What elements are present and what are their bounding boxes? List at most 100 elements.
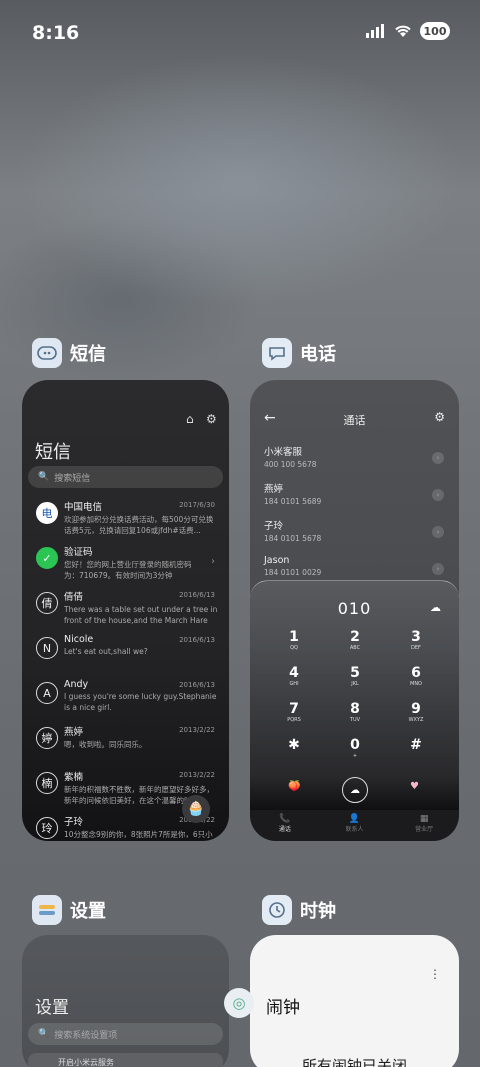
settings-app-card[interactable]: 设置 🔍 搜索系统设置项 开启小米云服务 [22, 935, 229, 1067]
contact-name: 小米客服 [264, 447, 303, 458]
avatar: 楠 [36, 772, 58, 794]
cloud-icon: ☁ [350, 784, 360, 796]
avatar: 婷 [36, 727, 58, 749]
dial-key[interactable]: 1 QQ [274, 629, 314, 651]
search-icon: 🔍 [38, 472, 50, 482]
messages-app-icon [32, 338, 62, 368]
tab-label: 通话 [278, 826, 291, 833]
message-date: 2016/6/13 [179, 591, 215, 599]
tab-calls[interactable]: 📞 通话 [250, 810, 320, 841]
contact-row[interactable]: 小米客服 400 100 5678 › [264, 444, 444, 478]
settings-row[interactable]: 开启小米云服务 [28, 1053, 223, 1067]
message-date: 2016/6/13 [179, 636, 215, 644]
phone-icon: 📞 [279, 814, 291, 824]
clock-app-icon [262, 895, 292, 925]
call-button[interactable]: ☁ [342, 777, 368, 803]
clock-app-name: 时钟 [300, 901, 336, 922]
contact-row[interactable]: 子玲 184 0101 5678 › [264, 518, 444, 552]
message-preview: 您好！您的网上营业厅登录的随机密码为：710679。有效时间为3分钟 [64, 560, 192, 580]
dial-key[interactable]: 3 DEF [396, 629, 436, 651]
list-item[interactable]: ✓ 验证码 › 您好！您的网上营业厅登录的随机密码为：710679。有效时间为3… [22, 544, 229, 588]
more-menu-icon[interactable]: ⋮ [429, 967, 441, 981]
clock-app-card[interactable]: ⋮ 闹钟 所有闹钟已关闭 [250, 935, 459, 1067]
list-item[interactable]: 倩 倩倩 2016/6/13 There was a table set out… [22, 589, 229, 633]
message-list: 电 中国电信 2017/6/30 欢迎参加积分兑换话费活动，每500分可兑换话费… [22, 498, 229, 841]
chevron-right-icon: › [211, 556, 215, 567]
contact-name: 燕婷 [264, 484, 284, 495]
signal-icon [366, 24, 384, 38]
settings-app-header[interactable]: 设置 [32, 895, 106, 925]
phone-app-name: 电话 [300, 344, 336, 365]
message-date: 2013/2/22 [179, 726, 215, 734]
chevron-right-icon: › [432, 489, 444, 501]
messages-app-card[interactable]: ⌂ ⚙ 短信 🔍 搜索短信 电 中国电信 2017/6/30 欢迎参加积分兑换话… [22, 380, 229, 841]
contact-name: Jason [264, 555, 290, 566]
dial-key[interactable]: 6 MNO [396, 665, 436, 687]
tab-contacts[interactable]: 👤 联系人 [320, 810, 390, 841]
compose-icon[interactable]: ⌂ [186, 412, 194, 426]
message-date: 2013/2/22 [179, 771, 215, 779]
tab-label: 营业厅 [415, 826, 434, 833]
message-date: 2017/6/30 [179, 501, 215, 509]
dial-key[interactable]: ✱ [274, 737, 314, 753]
avatar: 电 [36, 502, 58, 524]
contact-number: 400 100 5678 [264, 460, 317, 469]
gear-icon[interactable]: ⚙ [206, 412, 217, 426]
phone-app-header[interactable]: 电话 [262, 338, 336, 368]
message-preview: 欢迎参加积分兑换话费活动，每500分可兑换话费5元，兑换请回复106或jfdh#… [64, 515, 214, 535]
clock-title: 闹钟 [266, 998, 300, 1018]
grid-icon: ▦ [419, 814, 429, 824]
dialpad: 010 ☁ 1 QQ 2 ABC 3 DEF 4 GHI 5 JKL 6 MNO 7 PQRS… [250, 580, 459, 810]
battery-icon: 100 [420, 22, 450, 40]
message-preview: 嗯，收到啦。同乐同乐。 [64, 740, 147, 749]
contact-number: 184 0101 5678 [264, 534, 322, 543]
gear-icon[interactable]: ⚙ [434, 410, 445, 424]
dial-key[interactable]: 4 GHI [274, 665, 314, 687]
clock-time: 8:16 [32, 22, 80, 44]
cloud-icon: ☁ [430, 601, 441, 614]
dial-key[interactable]: 8 TUV [335, 701, 375, 723]
dial-key[interactable]: 5 JKL [335, 665, 375, 687]
swirl-icon: ◎ [224, 988, 254, 1018]
tab-label: 联系人 [345, 826, 364, 833]
dial-key[interactable]: 2 ABC [335, 629, 375, 651]
wifi-icon [395, 25, 411, 37]
chevron-right-icon: › [432, 452, 444, 464]
contact-name: 子玲 [264, 521, 284, 532]
messages-app-header[interactable]: 短信 [32, 338, 106, 368]
messages-search-input[interactable]: 🔍 搜索短信 [28, 466, 223, 488]
chevron-right-icon: › [432, 563, 444, 575]
dial-key[interactable]: 9 WXYZ [396, 701, 436, 723]
list-item[interactable]: 婷 燕婷 2013/2/22 嗯，收到啦。同乐同乐。 [22, 724, 229, 768]
message-preview: Let's eat out,shall we? [64, 647, 148, 656]
contact-number: 184 0101 5689 [264, 497, 322, 506]
compose-fab-button[interactable]: 🧁 [182, 795, 210, 823]
dial-key[interactable]: 7 PQRS [274, 701, 314, 723]
list-item[interactable]: 电 中国电信 2017/6/30 欢迎参加积分兑换话费活动，每500分可兑换话费… [22, 499, 229, 543]
sim-icon[interactable]: 🍑 [288, 781, 300, 792]
settings-search-input[interactable]: 🔍 搜索系统设置项 [28, 1023, 223, 1045]
phone-title: 通话 [343, 414, 366, 427]
avatar: 倩 [36, 592, 58, 614]
messages-app-name: 短信 [70, 344, 106, 365]
status-bar: 8:16 100 [0, 0, 480, 66]
heart-icon[interactable]: ♥ [410, 781, 419, 792]
contact-row[interactable]: 燕婷 184 0101 5689 › [264, 481, 444, 515]
list-item[interactable]: A Andy 2016/6/13 I guess you're some luc… [22, 679, 229, 723]
cupcake-icon: 🧁 [187, 801, 205, 817]
avatar: ✓ [36, 547, 58, 569]
dial-key[interactable]: # [396, 737, 436, 753]
search-icon: 🔍 [38, 1029, 50, 1039]
avatar: A [36, 682, 58, 704]
tab-service-hall[interactable]: ▦ 营业厅 [389, 810, 459, 841]
phone-app-card[interactable]: ← 通话 ⚙ 小米客服 400 100 5678 › 燕婷 184 0101 5… [250, 380, 459, 841]
list-item[interactable]: N Nicole 2016/6/13 Let's eat out,shall w… [22, 634, 229, 678]
message-preview: 10分整念9别的你，8张照片7所是你，6只小狗5只你你，4根骨头3根... 2只… [64, 830, 213, 839]
settings-app-icon [32, 895, 62, 925]
person-icon: 👤 [348, 814, 361, 824]
clock-app-header[interactable]: 时钟 [262, 895, 336, 925]
dial-key[interactable]: 0 + [335, 737, 375, 759]
avatar: 玲 [36, 817, 58, 839]
message-preview: There was a table set out under a tree i… [64, 605, 218, 625]
settings-search-placeholder: 搜索系统设置项 [54, 1030, 118, 1041]
